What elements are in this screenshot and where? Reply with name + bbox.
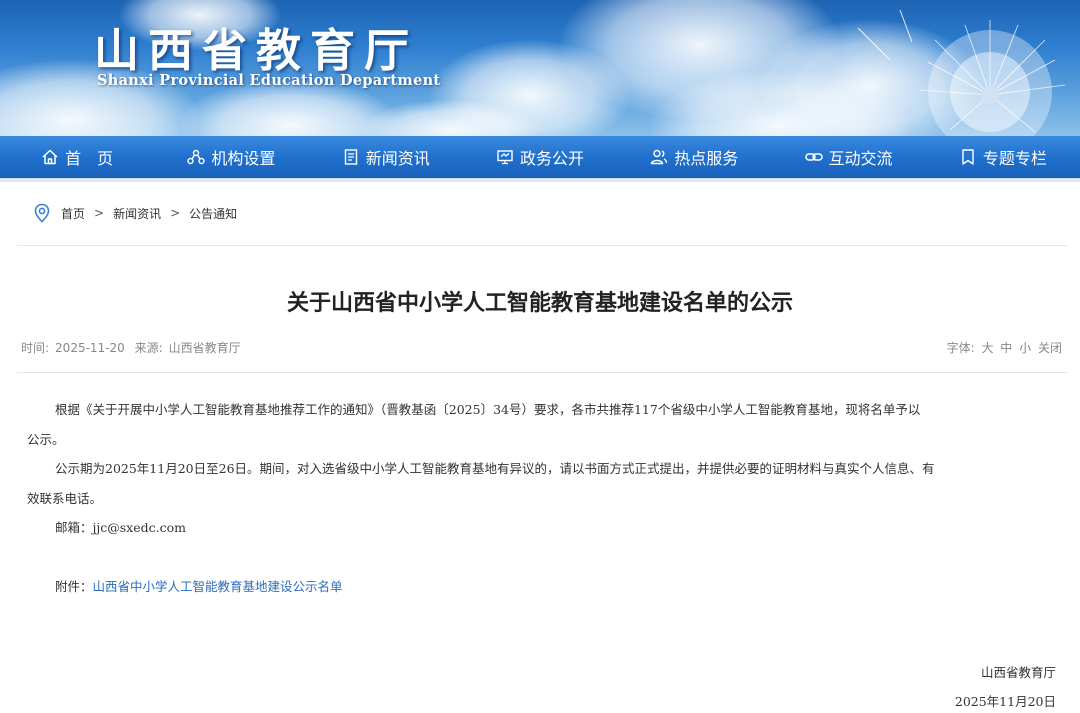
org-structure-icon — [187, 149, 206, 164]
dandelion-decoration-icon — [857, 9, 1066, 136]
nav-underline — [0, 178, 1080, 182]
attachment-line: 附件：山西省中小学人工智能教育基地建设公示名单 — [27, 572, 1063, 602]
nav-item-home[interactable]: 首 页 — [0, 136, 154, 177]
nav-item-special-topics[interactable]: 专题专栏 — [926, 136, 1080, 177]
breadcrumb-separator: > — [170, 206, 181, 220]
nav-item-label: 首 页 — [65, 148, 114, 168]
email-label: 邮箱： — [55, 520, 93, 535]
breadcrumb-separator: > — [94, 206, 105, 220]
font-size-label: 字体: — [946, 341, 975, 355]
paragraph-basis: 根据《关于开展中小学人工智能教育基地推荐工作的通知》（晋教基函〔2025〕34号… — [55, 402, 921, 417]
paragraph-period-continued: 效联系电话。 — [27, 490, 103, 506]
font-large-button[interactable]: 大 — [981, 341, 993, 355]
site-logo-chinese[interactable]: 山西省教育厅 — [94, 14, 418, 79]
link-chain-icon — [804, 152, 823, 161]
home-icon — [42, 149, 58, 164]
time-label: 时间: — [21, 341, 50, 355]
breadcrumb-divider — [17, 245, 1067, 246]
article-body: 根据《关于开展中小学人工智能教育基地推荐工作的通知》（晋教基函〔2025〕34号… — [27, 395, 1063, 602]
nav-item-organization[interactable]: 机构设置 — [154, 136, 308, 177]
article-meta: 时间: 2025-11-20 来源: 山西省教育厅 — [21, 339, 247, 356]
source-label: 来源: — [134, 341, 163, 355]
publish-time: 2025-11-20 — [55, 341, 125, 355]
monitor-icon — [497, 149, 513, 164]
main-nav: 首 页 机构设置 新闻资讯 政务公开 热点服务 互动交流 专题专栏 — [0, 136, 1080, 178]
signature-organization: 山西省教育厅 — [980, 665, 1056, 680]
site-banner: 山西省教育厅 Shanxi Provincial Education Depar… — [0, 0, 1080, 136]
people-service-icon — [650, 149, 668, 164]
paragraph-basis-continued: 公示。 — [27, 431, 65, 447]
nav-item-news[interactable]: 新闻资讯 — [309, 136, 463, 177]
article-title: 关于山西省中小学人工智能教育基地建设名单的公示 — [286, 291, 793, 316]
paragraph-period: 公示期为2025年11月20日至26日。期间，对入选省级中小学人工智能教育基地有… — [55, 461, 935, 476]
nav-item-hot-services[interactable]: 热点服务 — [617, 136, 771, 177]
attachment-label: 附件： — [55, 579, 93, 594]
nav-item-label: 互动交流 — [828, 148, 893, 168]
location-pin-icon — [34, 203, 50, 223]
font-medium-button[interactable]: 中 — [1000, 341, 1012, 355]
breadcrumb-news-link[interactable]: 新闻资讯 — [113, 205, 161, 222]
bookmark-icon — [962, 148, 974, 165]
close-button[interactable]: 关闭 — [1038, 341, 1062, 355]
nav-item-label: 机构设置 — [211, 148, 276, 168]
news-document-icon — [344, 148, 357, 165]
attachment-link[interactable]: 山西省中小学人工智能教育基地建设公示名单 — [93, 579, 343, 594]
nav-item-interaction[interactable]: 互动交流 — [771, 136, 925, 177]
article-source: 山西省教育厅 — [168, 341, 241, 355]
meta-divider — [17, 372, 1067, 373]
font-small-button[interactable]: 小 — [1019, 341, 1031, 355]
nav-item-government-affairs[interactable]: 政务公开 — [463, 136, 617, 177]
signature-date: 2025年11月20日 — [954, 694, 1056, 709]
signature-block: 山西省教育厅 2025年11月20日 — [955, 658, 1056, 713]
breadcrumb-home-link[interactable]: 首页 — [61, 205, 85, 222]
font-size-control: 字体: 大 中 小 关闭 — [944, 339, 1062, 356]
email-address: jjc@sxedc.com — [92, 520, 186, 535]
nav-item-label: 政务公开 — [519, 148, 584, 168]
nav-item-label: 专题专栏 — [982, 148, 1047, 168]
nav-item-label: 热点服务 — [674, 148, 739, 168]
breadcrumb: 首页 > 新闻资讯 > 公告通知 — [33, 203, 237, 223]
email-line: 邮箱：jjc@sxedc.com — [27, 513, 1063, 543]
breadcrumb-notices-link[interactable]: 公告通知 — [189, 205, 237, 222]
site-logo-english[interactable]: Shanxi Provincial Education Department — [97, 72, 440, 89]
nav-item-label: 新闻资讯 — [365, 148, 430, 168]
